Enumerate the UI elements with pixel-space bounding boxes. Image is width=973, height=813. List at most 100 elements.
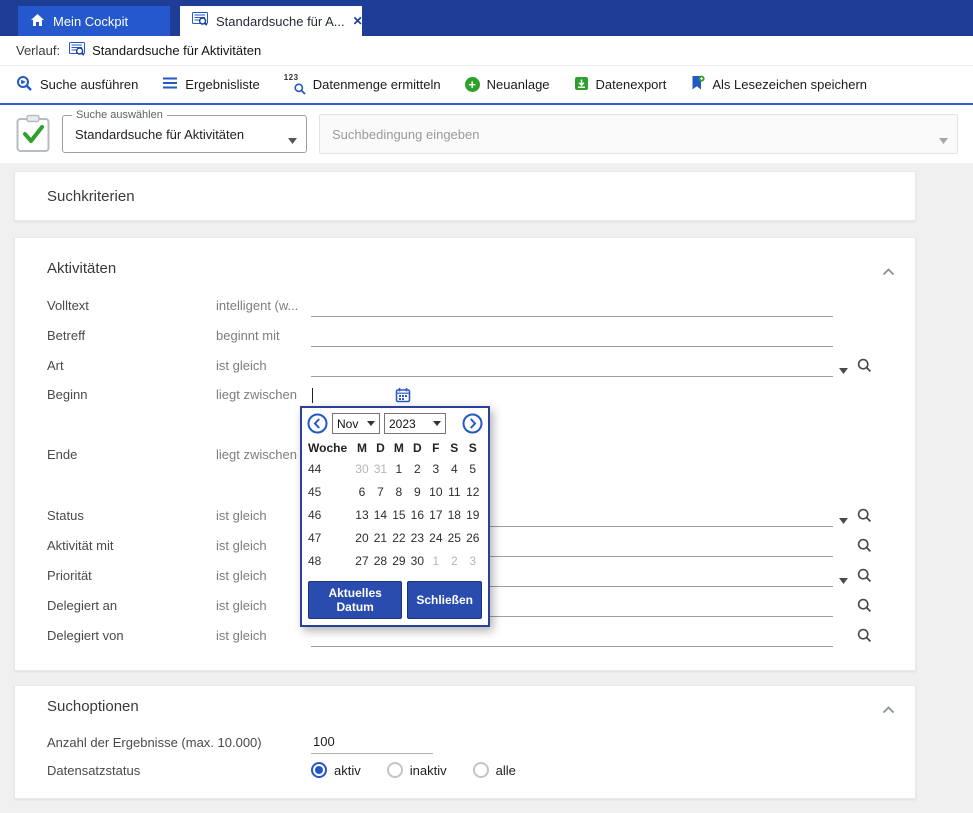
day-cell[interactable]: 22 <box>390 531 408 545</box>
lookup-search-icon[interactable] <box>857 358 872 376</box>
day-cell[interactable]: 19 <box>464 508 482 522</box>
day-cell[interactable]: 9 <box>408 485 426 499</box>
tab-mein-cockpit[interactable]: Mein Cockpit <box>18 6 170 36</box>
data-export-button[interactable]: Datenexport <box>574 76 667 94</box>
date-picker-popup: Nov 2023 Woche M D M D F S <box>300 406 490 627</box>
day-cell[interactable]: 1 <box>390 462 408 476</box>
field-label: Beginn <box>47 380 216 410</box>
day-cell[interactable]: 28 <box>371 554 389 568</box>
day-cell[interactable]: 5 <box>464 462 482 476</box>
year-value: 2023 <box>389 417 416 431</box>
calendar-week-row: 44 30 31 1 2 3 4 5 <box>302 457 488 480</box>
calendar-icon[interactable] <box>395 387 411 403</box>
day-cell[interactable]: 24 <box>427 531 445 545</box>
save-bookmark-button[interactable]: Als Lesezeichen speichern <box>690 75 867 94</box>
day-cell[interactable]: 26 <box>464 531 482 545</box>
chevron-down-icon[interactable] <box>288 132 297 147</box>
prev-month-icon[interactable] <box>307 413 328 434</box>
day-cell[interactable]: 6 <box>353 485 371 499</box>
search-select-value: Standardsuche für Aktivitäten <box>75 127 244 142</box>
art-input[interactable] <box>311 354 833 377</box>
lookup-search-icon[interactable] <box>857 628 872 646</box>
field-condition[interactable]: ist gleich <box>216 628 311 643</box>
close-icon[interactable]: ✕ <box>353 14 362 28</box>
search-select[interactable]: Suche auswählen Standardsuche für Aktivi… <box>62 115 307 153</box>
betreff-input[interactable] <box>311 324 833 347</box>
collapse-chevron-up-icon[interactable] <box>882 264 895 279</box>
tab-standardsuche[interactable]: Standardsuche für A... ✕ <box>180 6 362 36</box>
day-cell[interactable]: 2 <box>408 462 426 476</box>
lookup-search-icon[interactable] <box>857 538 872 556</box>
count-records-button[interactable]: 123 Datenmenge ermitteln <box>284 76 441 94</box>
field-condition[interactable]: ist gleich <box>216 508 311 523</box>
day-cell[interactable]: 14 <box>371 508 389 522</box>
lookup-search-icon[interactable] <box>857 568 872 586</box>
field-condition[interactable]: beginnt mit <box>216 328 311 343</box>
dropdown-caret-icon[interactable] <box>839 572 848 587</box>
chevron-down-icon[interactable] <box>939 132 948 147</box>
day-cell[interactable]: 2 <box>445 554 463 568</box>
field-condition[interactable]: liegt zwischen <box>216 380 311 410</box>
radio-alle[interactable]: alle <box>473 762 516 778</box>
field-condition[interactable]: ist gleich <box>216 598 311 613</box>
home-icon <box>30 13 45 30</box>
collapse-chevron-up-icon[interactable] <box>882 702 895 717</box>
radio-inaktiv[interactable]: inaktiv <box>387 762 447 778</box>
run-search-button[interactable]: Suche ausführen <box>16 75 138 94</box>
radio-button-icon[interactable] <box>387 762 403 778</box>
day-cell[interactable]: 12 <box>464 485 482 499</box>
week-number: 44 <box>308 462 353 476</box>
day-cell[interactable]: 11 <box>445 485 463 499</box>
field-condition[interactable]: liegt zwischen <box>216 440 311 470</box>
day-cell[interactable]: 8 <box>390 485 408 499</box>
day-cell[interactable]: 16 <box>408 508 426 522</box>
day-cell[interactable]: 31 <box>371 462 389 476</box>
month-select[interactable]: Nov <box>332 413 380 434</box>
day-cell[interactable]: 15 <box>390 508 408 522</box>
day-header: S <box>464 441 482 455</box>
day-cell[interactable]: 17 <box>427 508 445 522</box>
field-condition[interactable]: ist gleich <box>216 358 311 373</box>
day-cell[interactable]: 3 <box>464 554 482 568</box>
day-cell[interactable]: 3 <box>427 462 445 476</box>
dropdown-caret-icon[interactable] <box>839 362 848 377</box>
day-cell[interactable]: 29 <box>390 554 408 568</box>
day-cell[interactable]: 23 <box>408 531 426 545</box>
day-cell[interactable]: 25 <box>445 531 463 545</box>
close-calendar-button[interactable]: Schließen <box>407 581 482 619</box>
today-button[interactable]: Aktuelles Datum <box>308 581 402 619</box>
field-condition[interactable]: ist gleich <box>216 538 311 553</box>
day-cell[interactable]: 1 <box>427 554 445 568</box>
day-cell[interactable]: 27 <box>353 554 371 568</box>
next-month-icon[interactable] <box>462 413 483 434</box>
field-condition[interactable]: intelligent (w... <box>216 298 311 313</box>
beginn-from-input[interactable] <box>311 384 383 407</box>
day-cell[interactable]: 20 <box>353 531 371 545</box>
tab-bar: Mein Cockpit Standardsuche für A... ✕ <box>0 0 973 36</box>
day-cell[interactable]: 21 <box>371 531 389 545</box>
history-item-label: Standardsuche für Aktivitäten <box>92 43 261 58</box>
radio-button-icon[interactable] <box>473 762 489 778</box>
day-cell[interactable]: 4 <box>445 462 463 476</box>
condition-input[interactable]: Suchbedingung eingeben <box>319 114 958 154</box>
day-cell[interactable]: 13 <box>353 508 371 522</box>
day-cell[interactable]: 10 <box>427 485 445 499</box>
day-cell[interactable]: 7 <box>371 485 389 499</box>
result-list-button[interactable]: Ergebnisliste <box>162 76 259 93</box>
lookup-search-icon[interactable] <box>857 598 872 616</box>
day-cell[interactable]: 30 <box>408 554 426 568</box>
volltext-input[interactable] <box>311 294 833 317</box>
lookup-search-icon[interactable] <box>857 508 872 526</box>
history-item[interactable]: Standardsuche für Aktivitäten <box>69 42 261 60</box>
day-cell[interactable]: 30 <box>353 462 371 476</box>
search-picker-row: Suche auswählen Standardsuche für Aktivi… <box>0 105 973 163</box>
day-cell[interactable]: 18 <box>445 508 463 522</box>
field-label: Delegiert von <box>47 628 216 643</box>
new-record-button[interactable]: + Neuanlage <box>465 77 550 92</box>
radio-aktiv[interactable]: aktiv <box>311 762 361 778</box>
results-count-input[interactable]: 100 <box>311 731 433 754</box>
dropdown-caret-icon[interactable] <box>839 512 848 527</box>
field-condition[interactable]: ist gleich <box>216 568 311 583</box>
year-select[interactable]: 2023 <box>384 413 446 434</box>
radio-button-icon[interactable] <box>311 762 327 778</box>
